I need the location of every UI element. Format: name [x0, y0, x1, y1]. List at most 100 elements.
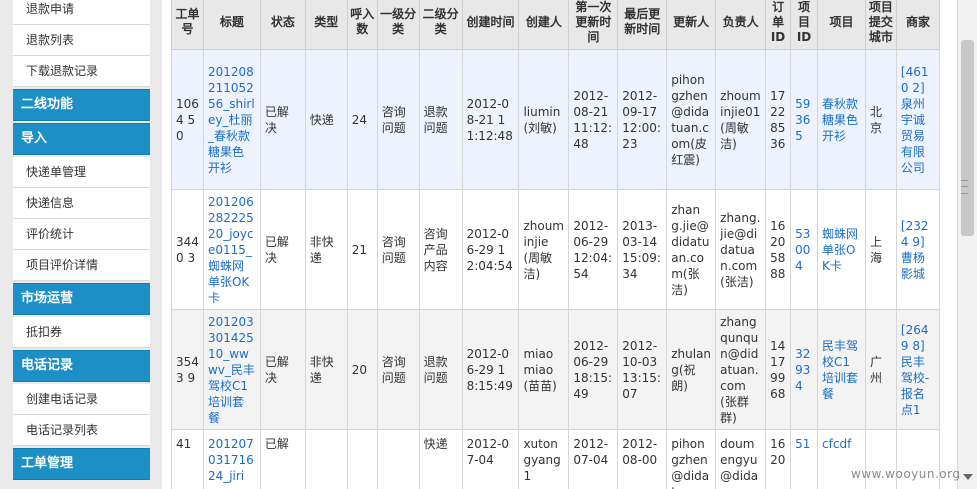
table-cell: 1064 50: [171, 49, 204, 190]
column-header[interactable]: 商家: [895, 0, 940, 50]
table-cell: 24: [346, 49, 378, 190]
table-cell: xutongyang1: [518, 429, 570, 489]
table-cell: 2012-06-29 18:15:49: [568, 309, 619, 430]
sidebar-item[interactable]: 创建电话记录: [13, 384, 150, 415]
ticket-table-container: 工单号 标题 状态 类型 呼入数 一级分类 二级分类 创建时间 创建人 第一次更新时间 最后更新时间…: [171, 0, 940, 489]
table-cell: 咨询产品内容: [418, 189, 463, 310]
sidebar-item[interactable]: 退款申请: [13, 0, 150, 25]
ticket-table: 工单号 标题 状态 类型 呼入数 一级分类 二级分类 创建时间 创建人 第一次更新时间 最后更新时间…: [171, 0, 940, 489]
table-cell: 已解决: [259, 189, 306, 310]
column-header[interactable]: 项目: [817, 0, 866, 50]
scrollbar-grip-icon: [961, 180, 968, 194]
table-cell: 20: [346, 309, 378, 430]
column-header[interactable]: 负责人: [715, 0, 767, 50]
table-row[interactable]: 1064 50 20120821105256_shirley_杜丽_春秋款糖果色开…: [171, 49, 940, 190]
table-cell: 非快递: [304, 309, 348, 430]
vertical-scrollbar[interactable]: [957, 0, 977, 489]
column-header[interactable]: 工单号: [171, 0, 204, 50]
watermark: www.wooyun.org: [851, 467, 961, 481]
column-header[interactable]: 第一次更新时间: [568, 0, 619, 50]
sidebar-section-header[interactable]: 工单管理: [13, 448, 150, 480]
column-header[interactable]: 项目提交城市: [864, 0, 897, 50]
scroll-down-arrow-icon[interactable]: [963, 474, 973, 480]
table-cell: 咨询问题: [376, 189, 420, 310]
table-cell: 2012-09-17 12:00:23: [617, 49, 668, 190]
table-cell: 2012-06-29 18:15:49: [461, 309, 520, 430]
table-cell-link[interactable]: 民丰驾校C1培训套餐: [817, 309, 866, 430]
sidebar-item[interactable]: 电话记录列表: [13, 415, 150, 446]
column-header[interactable]: 状态: [259, 0, 306, 50]
sidebar-item[interactable]: 评价统计: [13, 219, 150, 250]
sidebar-item[interactable]: 快递单管理: [13, 157, 150, 188]
table-cell: 41: [171, 429, 204, 489]
table-cell-link[interactable]: [4610 2]泉州宇诚贸易有限公司: [895, 49, 940, 190]
table-cell: 上海: [864, 189, 897, 310]
table-cell: zhangqunqun@didatuan.com(张群群): [715, 309, 767, 430]
table-cell-link[interactable]: 20120703171624_jiri: [202, 429, 261, 489]
column-header[interactable]: 标题: [202, 0, 261, 50]
table-cell: 2012-06-29 12:04:54: [461, 189, 520, 310]
sidebar-item[interactable]: 抵扣券: [13, 317, 150, 348]
table-cell: pihongzhen@didatuan: [666, 429, 717, 489]
table-row[interactable]: 41 20120703171624_jiri 已解 快递 2012-07-04 xuton…: [171, 429, 940, 489]
table-cell-link[interactable]: [2324 9]曹杨影城: [895, 189, 940, 310]
table-cell: 3440 3: [171, 189, 204, 310]
table-cell: 咨询问题: [376, 309, 420, 430]
column-header[interactable]: 二级分类: [418, 0, 463, 50]
table-cell: 2012-08-21 11:12:48: [568, 49, 619, 190]
sidebar-menu: 退款申请 退款列表 下载退款记录 二线功能 导入 快递单管理 快递信息 评价统计 项目评价详情市…: [13, 0, 150, 482]
table-cell-link[interactable]: 59365: [790, 49, 819, 190]
table-cell: miaomiao(苗苗): [518, 309, 570, 430]
column-header[interactable]: 类型: [304, 0, 348, 50]
sidebar-item[interactable]: 退款列表: [13, 25, 150, 56]
table-cell-link[interactable]: 53004: [790, 189, 819, 310]
table-cell-link[interactable]: 20120330142510_wwwv_民丰驾校C1培训套餐: [202, 309, 261, 430]
table-cell: pihongzhen@didatuan.com(皮红震): [666, 49, 717, 190]
table-cell: 2012-08-21 11:12:48: [461, 49, 520, 190]
table-cell: 2013-03-14 15:09:34: [617, 189, 668, 310]
column-header[interactable]: 更新人: [666, 0, 717, 50]
table-cell: zhouminjie(周敏洁): [518, 189, 570, 310]
column-header[interactable]: 最后更新时间: [617, 0, 668, 50]
sidebar-item[interactable]: 项目评价详情: [13, 250, 150, 281]
table-cell-link[interactable]: 蜘蛛网单张OK卡: [817, 189, 866, 310]
table-cell: 3543 9: [171, 309, 204, 430]
table-cell-link[interactable]: 春秋款糖果色开衫: [817, 49, 866, 190]
table-cell: 21: [346, 189, 378, 310]
column-header[interactable]: 创建人: [518, 0, 570, 50]
table-cell: 2012-10-03 13:15:07: [617, 309, 668, 430]
table-cell: 快递: [418, 429, 463, 489]
table-cell: 咨询问题: [376, 49, 420, 190]
table-cell: 快递: [304, 49, 348, 190]
table-cell: 非快递: [304, 189, 348, 310]
table-cell-link[interactable]: 32934: [790, 309, 819, 430]
table-cell: 广州: [864, 309, 897, 430]
sidebar-section-header[interactable]: 电话记录: [13, 350, 150, 382]
column-header[interactable]: 订单ID: [765, 0, 792, 50]
table-row[interactable]: 3440 3 20120628222520_joyce0115_蜘蛛网单张OK卡已…: [171, 189, 940, 310]
table-cell-link[interactable]: 20120821105256_shirley_杜丽_春秋款糖果色开衫: [202, 49, 261, 190]
table-header-row: 工单号 标题 状态 类型 呼入数 一级分类 二级分类 创建时间 创建人 第一次更新时间 最后更新时间…: [171, 0, 940, 50]
table-cell: 已解决: [259, 309, 306, 430]
table-cell: [376, 429, 420, 489]
table-cell: 1620: [765, 429, 792, 489]
sidebar-item[interactable]: 快递信息: [13, 188, 150, 219]
table-cell-link[interactable]: 51: [790, 429, 819, 489]
scrollbar-thumb[interactable]: [961, 40, 974, 236]
sidebar-item[interactable]: 下载退款记录: [13, 56, 150, 87]
column-header[interactable]: 呼入数: [346, 0, 378, 50]
table-cell: zhang.jie@didatuan.com(张洁): [715, 189, 767, 310]
column-header[interactable]: 项目ID: [790, 0, 819, 50]
table-row[interactable]: 3543 9 20120330142510_wwwv_民丰驾校C1培训套餐 已解决非…: [171, 309, 940, 430]
sidebar-section-header[interactable]: 导入: [13, 123, 150, 155]
table-cell: doumengyu@dida: [715, 429, 767, 489]
table-cell-link[interactable]: 20120628222520_joyce0115_蜘蛛网单张OK卡: [202, 189, 261, 310]
table-cell-link[interactable]: [2649 8]民丰驾校-报名点1: [895, 309, 940, 430]
table-cell: zhouminjie01(周敏洁): [715, 49, 767, 190]
column-header[interactable]: 创建时间: [461, 0, 520, 50]
table-cell: 17228536: [765, 49, 792, 190]
sidebar-section-header[interactable]: 市场运营: [13, 283, 150, 315]
sidebar-section-header[interactable]: 二线功能: [13, 89, 150, 121]
column-header[interactable]: 一级分类: [376, 0, 420, 50]
table-cell: [304, 429, 348, 489]
